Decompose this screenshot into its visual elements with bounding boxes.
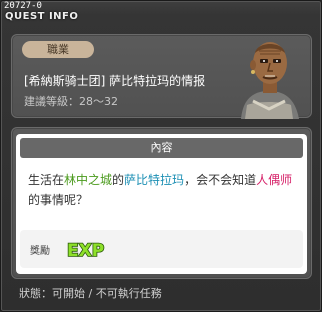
recommended-level: 建議等級：28～32	[24, 93, 118, 109]
desc-text: 的事情呢？	[28, 193, 89, 207]
reward-row: 獎勵 EXP	[20, 230, 303, 268]
npc-portrait-icon	[241, 42, 299, 119]
place-link: 林中之城	[64, 173, 113, 187]
reward-label: 獎勵	[30, 246, 50, 257]
quest-content-panel: 內容 生活在林中之城的萨比特拉玛，会不会知道人偶师的事情呢？ 獎勵 EXP	[11, 127, 312, 279]
job-badge: 職業	[22, 41, 94, 58]
desc-text: 生活在	[28, 173, 65, 187]
level-range: 28～32	[79, 95, 118, 108]
quest-info-window: 20727-0 QUEST INFO 職業 [希納斯骑士团] 萨比特拉玛的情报 …	[0, 0, 322, 312]
quest-id: 20727-0	[4, 1, 42, 11]
content-area: 內容 生活在林中之城的萨比特拉玛，会不会知道人偶师的事情呢？ 獎勵 EXP	[16, 134, 307, 274]
desc-text: 的	[112, 173, 125, 187]
exp-icon-label: EXP	[67, 241, 104, 261]
quest-name: [希納斯骑士团] 萨比特拉玛的情报	[24, 74, 206, 88]
content-section-title: 內容	[20, 138, 303, 158]
npc-link: 萨比特拉玛	[124, 173, 185, 187]
window-title: QUEST INFO	[5, 11, 79, 22]
quest-header-panel: 職業 [希納斯骑士团] 萨比特拉玛的情报 建議等級：28～32	[11, 34, 312, 119]
job-link: 人偶师	[256, 173, 293, 187]
level-label: 建議等級：	[24, 95, 79, 108]
quest-status: 狀態：可開始 / 不可執行任務	[19, 287, 162, 300]
desc-text: ，会不会知道	[184, 173, 257, 187]
exp-icon: EXP	[66, 240, 105, 261]
quest-description: 生活在林中之城的萨比特拉玛，会不会知道人偶师的事情呢？	[28, 170, 298, 210]
